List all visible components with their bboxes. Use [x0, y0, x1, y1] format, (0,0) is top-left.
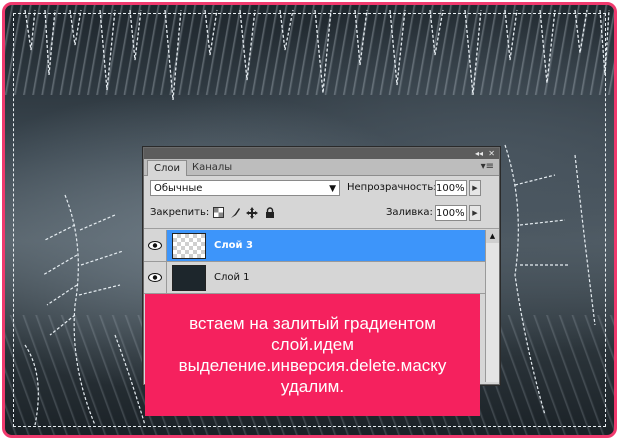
scroll-up-icon[interactable]: ▲ — [486, 230, 499, 243]
move-icon[interactable] — [246, 207, 258, 219]
layer-thumbnail — [172, 265, 206, 291]
brush-icon[interactable] — [229, 207, 241, 219]
padlock-icon[interactable] — [264, 207, 276, 219]
blend-opacity-row: Обычные ▼ Непрозрачность: 100% ▶ — [144, 179, 499, 199]
layer-list: Слой 3 Слой 1 — [144, 230, 485, 294]
blend-mode-select[interactable]: Обычные ▼ — [150, 180, 340, 196]
blend-mode-value: Обычные — [154, 183, 203, 194]
layer-thumbnail — [172, 233, 206, 259]
eye-icon[interactable] — [144, 230, 167, 261]
instruction-text: встаем на залитый градиентом слой.идем в… — [178, 314, 447, 396]
frost-right-selection — [504, 144, 596, 416]
icicle-selection-edges — [24, 9, 610, 101]
collapse-icon[interactable]: ◂◂ — [475, 148, 483, 159]
panel-titlebar: ◂◂ ✕ — [144, 148, 499, 159]
instruction-note: встаем на залитый градиентом слой.идем в… — [145, 294, 480, 416]
layers-scrollbar[interactable]: ▲ — [485, 230, 499, 382]
lock-label: Закрепить: — [150, 207, 210, 218]
panel-menu-icon[interactable]: ▾≡ — [481, 161, 494, 172]
layer-name[interactable]: Слой 3 — [214, 230, 253, 261]
transparency-lock-icon[interactable] — [212, 207, 224, 219]
close-icon[interactable]: ✕ — [488, 148, 495, 159]
opacity-arrow-icon[interactable]: ▶ — [469, 180, 481, 196]
tab-layers[interactable]: Слои — [147, 160, 187, 176]
opacity-input[interactable]: 100% — [435, 180, 467, 196]
fill-arrow-icon[interactable]: ▶ — [469, 205, 481, 221]
layer-row-1[interactable]: Слой 1 — [144, 262, 485, 294]
panel-tabs: Слои Каналы ▾≡ — [144, 159, 499, 176]
eye-icon[interactable] — [144, 262, 167, 293]
fill-input[interactable]: 100% — [435, 205, 467, 221]
tab-channels[interactable]: Каналы — [186, 160, 238, 175]
lock-fill-row: Закрепить: Заливка: 100% ▶ — [144, 205, 499, 225]
opacity-label: Непрозрачность: — [347, 182, 437, 193]
layer-name[interactable]: Слой 1 — [214, 262, 250, 293]
divider — [144, 228, 499, 229]
chevron-down-icon: ▼ — [329, 184, 336, 194]
layer-row-3[interactable]: Слой 3 — [144, 230, 485, 262]
fill-label: Заливка: — [386, 207, 433, 218]
frost-fern-selection — [24, 194, 146, 426]
